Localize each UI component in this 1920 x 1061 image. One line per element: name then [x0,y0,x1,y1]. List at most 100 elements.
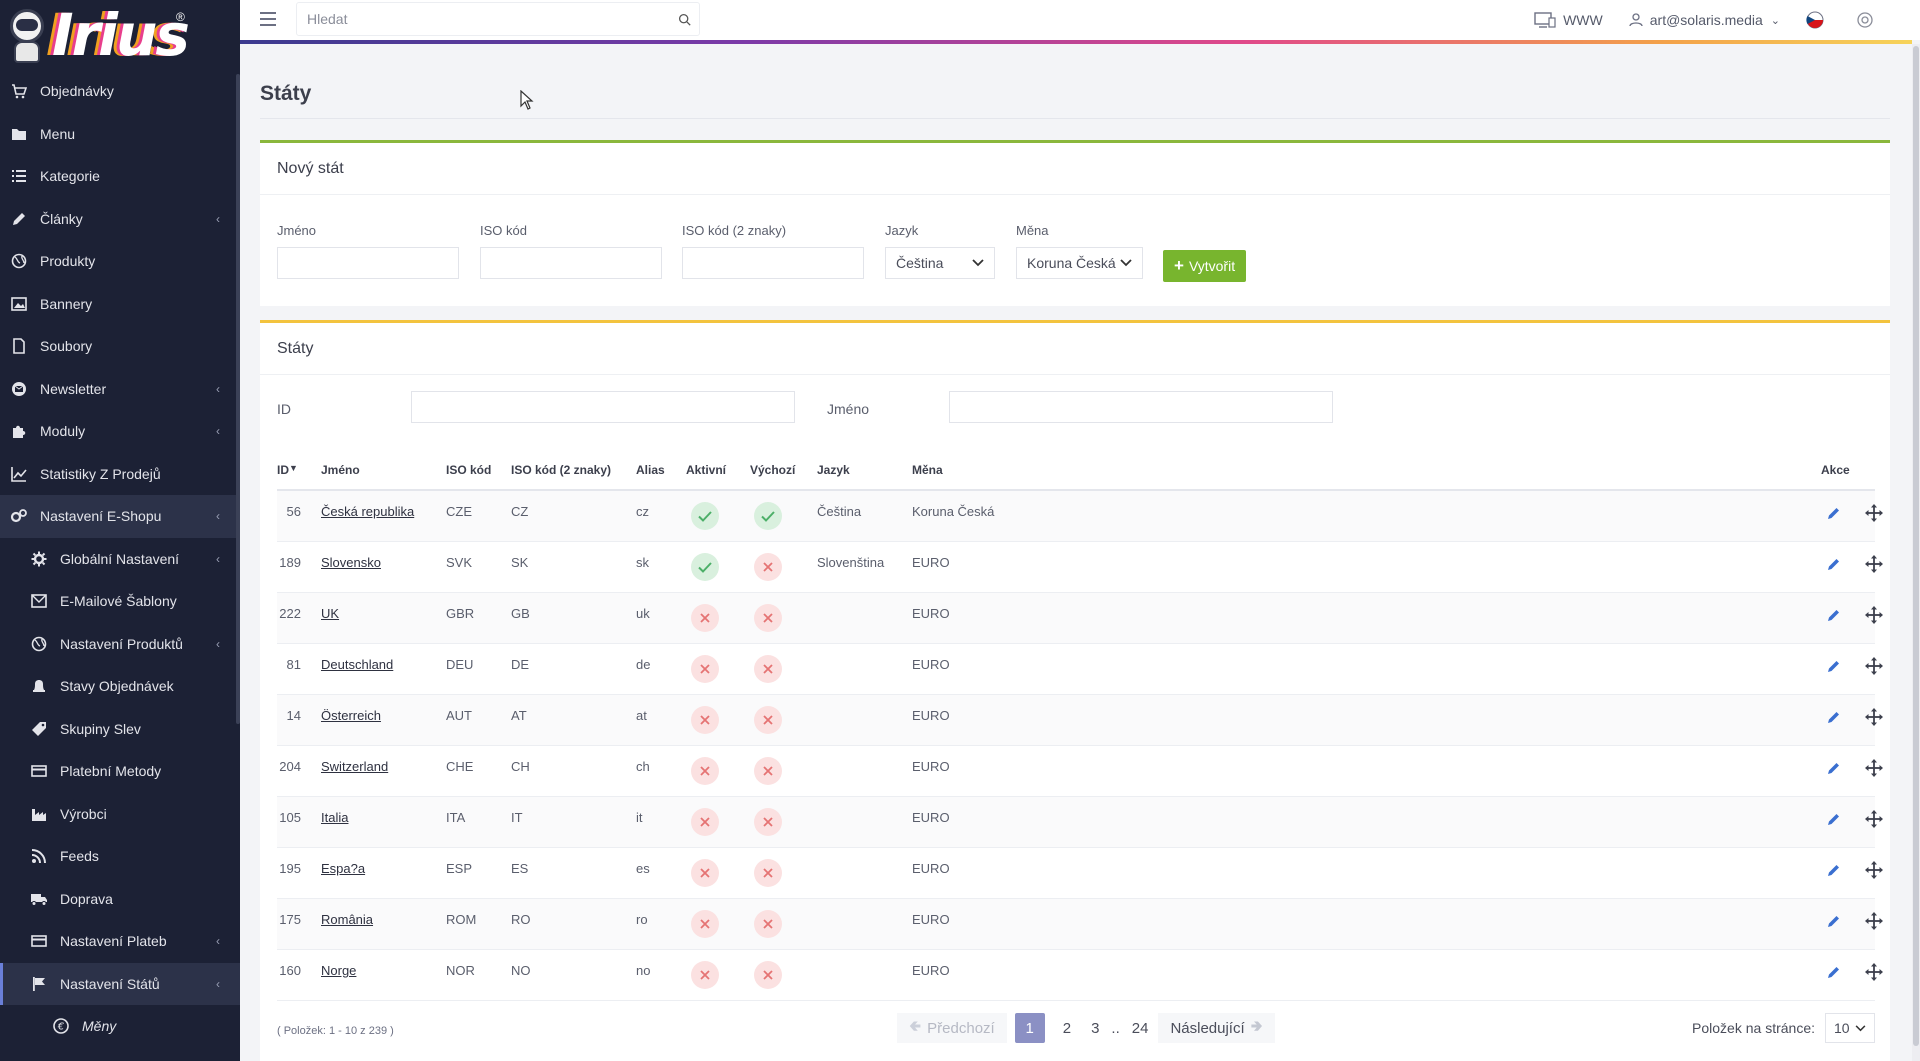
move-drag-icon[interactable] [1865,555,1883,576]
move-drag-icon[interactable] [1865,708,1883,729]
default-cross-icon[interactable] [754,553,782,581]
sidebar-item-sub-3[interactable]: Stavy Objednávek [0,665,240,708]
language-switch[interactable] [1806,11,1831,29]
page-2-button[interactable]: 2 [1053,1013,1081,1043]
active-cross-icon[interactable] [691,808,719,836]
edit-pencil-icon[interactable] [1827,557,1841,574]
name-input[interactable] [277,247,459,279]
logo[interactable]: Irius ® [0,0,240,70]
sidebar-item-main-7[interactable]: Newsletter ‹ [0,368,240,411]
move-drag-icon[interactable] [1865,657,1883,678]
iso-input[interactable] [480,247,662,279]
default-cross-icon[interactable] [754,859,782,887]
default-check-icon[interactable] [754,502,782,530]
sidebar-item-main-0[interactable]: Objednávky [0,70,240,113]
next-page-button[interactable]: Následující 🢂 [1158,1013,1275,1043]
prev-page-button[interactable]: 🢀 Předchozí [897,1013,1007,1043]
edit-pencil-icon[interactable] [1827,506,1841,523]
edit-pencil-icon[interactable] [1827,812,1841,829]
sidebar-item-main-5[interactable]: Bannery [0,283,240,326]
col-alias[interactable]: Alias [636,463,665,477]
default-cross-icon[interactable] [754,604,782,632]
page-scrollbar[interactable] [1912,44,1920,1061]
sidebar-item-sub-9[interactable]: Nastavení Plateb ‹ [0,920,240,963]
create-button[interactable]: + Vytvořit [1163,250,1247,282]
search-input[interactable] [297,3,669,35]
sidebar-item-subsub-0[interactable]: € Měny [0,1005,240,1048]
sidebar-item-sub-7[interactable]: Feeds [0,835,240,878]
cell-name-link[interactable]: Switzerland [321,759,388,774]
default-cross-icon[interactable] [754,808,782,836]
www-link[interactable]: WWW [1534,12,1603,28]
language-select[interactable]: Čeština [885,247,995,279]
col-id[interactable]: ID▼ [277,463,298,477]
default-cross-icon[interactable] [754,706,782,734]
col-default[interactable]: Výchozí [750,463,795,477]
hamburger-menu-icon[interactable] [260,12,276,26]
page-scrollbar-thumb[interactable] [1913,46,1919,1046]
move-drag-icon[interactable] [1865,963,1883,984]
sidebar-item-sub-5[interactable]: Platební Metody [0,750,240,793]
filter-id-input[interactable] [411,391,795,423]
cell-name-link[interactable]: Norge [321,963,356,978]
col-iso2[interactable]: ISO kód (2 znaky) [511,463,611,477]
edit-pencil-icon[interactable] [1827,761,1841,778]
sidebar-item-main-3[interactable]: Články ‹ [0,198,240,241]
active-cross-icon[interactable] [691,910,719,938]
iso2-input[interactable] [682,247,864,279]
active-cross-icon[interactable] [691,757,719,785]
active-cross-icon[interactable] [691,604,719,632]
sidebar-item-main-8[interactable]: Moduly ‹ [0,410,240,453]
default-cross-icon[interactable] [754,655,782,683]
move-drag-icon[interactable] [1865,912,1883,933]
cell-name-link[interactable]: Slovensko [321,555,381,570]
edit-pencil-icon[interactable] [1827,608,1841,625]
move-drag-icon[interactable] [1865,504,1883,525]
page-1-button[interactable]: 1 [1014,1013,1045,1043]
cell-name-link[interactable]: UK [321,606,339,621]
col-iso[interactable]: ISO kód [446,463,491,477]
move-drag-icon[interactable] [1865,810,1883,831]
col-language[interactable]: Jazyk [817,463,850,477]
move-drag-icon[interactable] [1865,861,1883,882]
sidebar-item-sub-2[interactable]: Nastavení Produktů ‹ [0,623,240,666]
cell-name-link[interactable]: Espa?a [321,861,365,876]
col-name[interactable]: Jméno [321,463,360,477]
active-cross-icon[interactable] [691,706,719,734]
move-drag-icon[interactable] [1865,759,1883,780]
sidebar-item-sub-8[interactable]: Doprava [0,878,240,921]
sidebar-item-main-2[interactable]: Kategorie [0,155,240,198]
edit-pencil-icon[interactable] [1827,965,1841,982]
page-3-button[interactable]: 3 [1081,1013,1109,1043]
edit-pencil-icon[interactable] [1827,863,1841,880]
user-menu[interactable]: art@solaris.media ⌄ [1629,12,1780,28]
default-cross-icon[interactable] [754,757,782,785]
sidebar-item-main-6[interactable]: Soubory [0,325,240,368]
default-cross-icon[interactable] [754,961,782,989]
sidebar-item-sub-1[interactable]: E-Mailové Šablony [0,580,240,623]
sidebar-item-main-10[interactable]: Nastavení E-Shopu ‹ [0,495,240,538]
active-check-icon[interactable] [691,553,719,581]
cell-name-link[interactable]: Italia [321,810,348,825]
col-currency[interactable]: Měna [912,463,943,477]
sidebar-item-sub-10[interactable]: Nastavení Států ‹ [0,962,240,1005]
sidebar-scrollbar[interactable] [236,74,240,724]
edit-pencil-icon[interactable] [1827,710,1841,727]
power-button[interactable] [1857,12,1880,28]
search-icon[interactable] [669,13,699,26]
cell-name-link[interactable]: Deutschland [321,657,393,672]
filter-name-input[interactable] [949,391,1333,423]
sidebar-item-sub-4[interactable]: Skupiny Slev [0,708,240,751]
active-check-icon[interactable] [691,502,719,530]
edit-pencil-icon[interactable] [1827,659,1841,676]
active-cross-icon[interactable] [691,655,719,683]
active-cross-icon[interactable] [691,859,719,887]
currency-select[interactable]: Koruna Česká [1016,247,1143,279]
sidebar-item-sub-6[interactable]: Výrobci [0,793,240,836]
default-cross-icon[interactable] [754,910,782,938]
sidebar-item-main-9[interactable]: Statistiky Z Prodejů [0,453,240,496]
cell-name-link[interactable]: Česká republika [321,504,414,519]
edit-pencil-icon[interactable] [1827,914,1841,931]
per-page-select[interactable]: 10 [1825,1013,1875,1043]
sidebar-item-sub-0[interactable]: Globální Nastavení ‹ [0,538,240,581]
